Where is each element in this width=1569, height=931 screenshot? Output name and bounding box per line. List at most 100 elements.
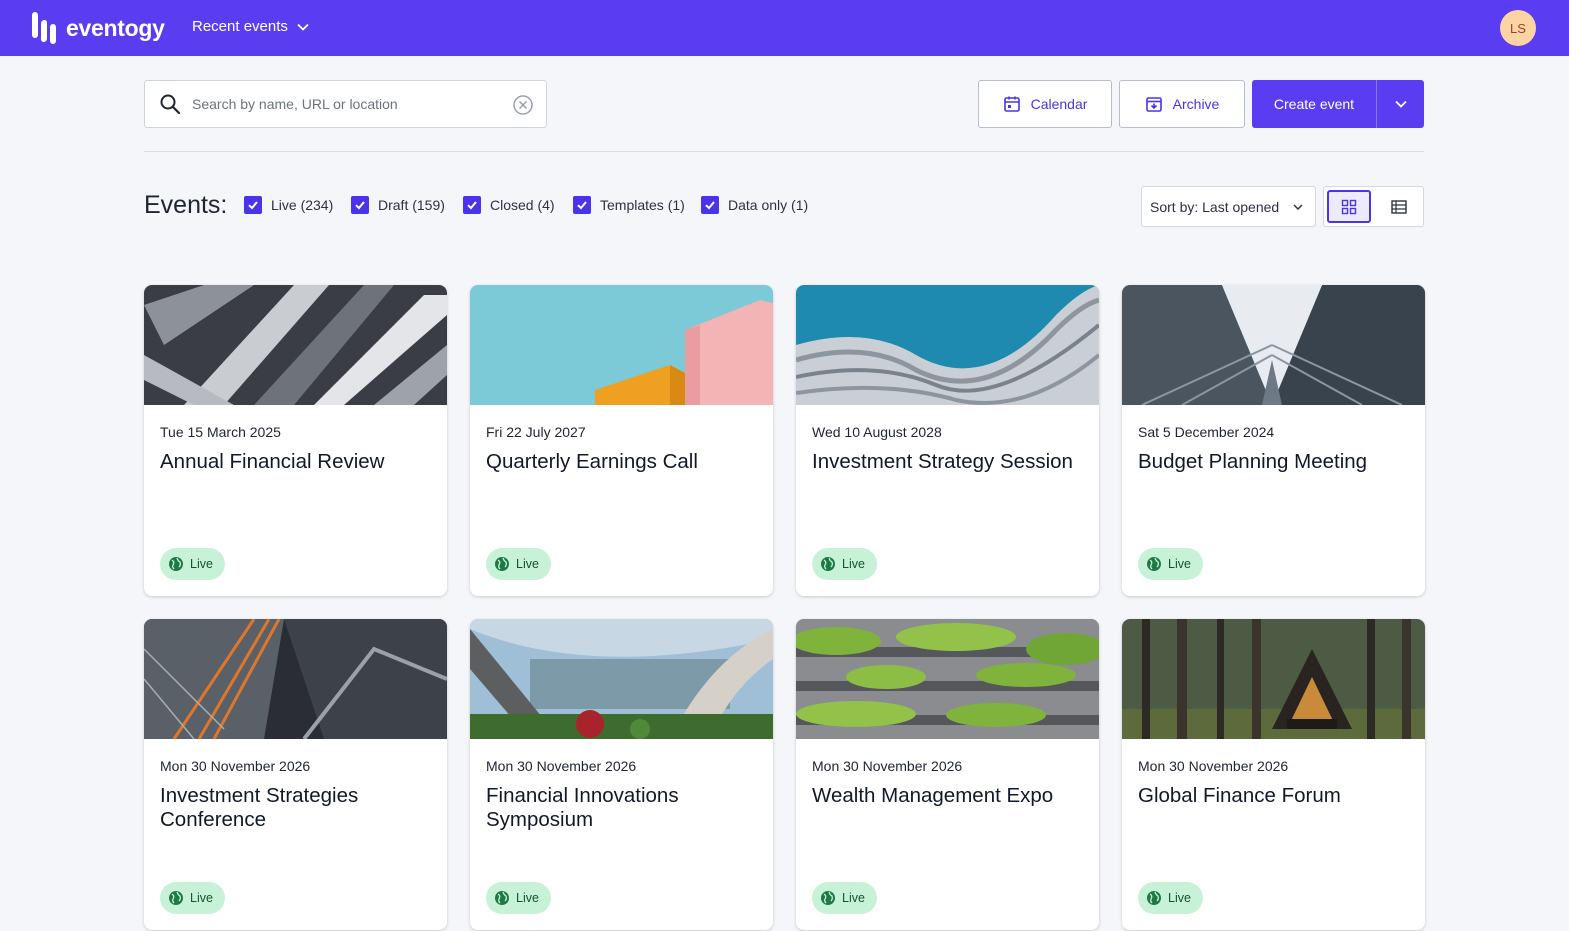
sort-dropdown[interactable]: Sort by: Last opened (1141, 186, 1316, 227)
toolbar-divider (144, 151, 1424, 152)
search-box (144, 80, 547, 128)
event-card[interactable]: Mon 30 November 2026 Global Finance Foru… (1122, 619, 1425, 930)
archive-button-label: Archive (1172, 96, 1220, 112)
filter-label: Templates (1) (600, 197, 685, 213)
event-cover-image (470, 285, 773, 405)
list-view-button[interactable] (1377, 190, 1421, 223)
event-date: Sat 5 December 2024 (1138, 424, 1275, 440)
event-cover-image (470, 619, 773, 739)
globe-icon (1147, 891, 1161, 905)
clear-search-icon[interactable] (512, 94, 534, 116)
event-card[interactable]: Mon 30 November 2026 Wealth Management E… (796, 619, 1099, 930)
event-cover-image (1122, 285, 1425, 405)
calendar-icon (1003, 96, 1020, 112)
user-avatar[interactable]: LS (1500, 10, 1536, 46)
event-title: Budget Planning Meeting (1138, 450, 1368, 473)
checkbox-checked-icon[interactable] (573, 196, 591, 214)
event-cover-image (796, 619, 1099, 739)
status-label: Live (1168, 557, 1191, 571)
event-cover-image (144, 285, 447, 405)
status-badge: Live (486, 548, 551, 580)
event-card[interactable]: Mon 30 November 2026 Financial Innovatio… (470, 619, 773, 930)
globe-icon (821, 891, 835, 905)
sort-label: Sort by: Last opened (1150, 198, 1280, 215)
status-label: Live (1168, 891, 1191, 905)
view-toggle (1323, 186, 1424, 227)
brand-logo-icon (32, 12, 58, 44)
search-icon (160, 94, 181, 115)
filter-closed[interactable]: Closed (4) (463, 196, 555, 214)
chevron-down-icon (1293, 204, 1303, 211)
event-card[interactable]: Sat 5 December 2024 Budget Planning Meet… (1122, 285, 1425, 596)
status-badge: Live (812, 882, 877, 914)
status-label: Live (190, 557, 213, 571)
checkbox-checked-icon[interactable] (351, 196, 369, 214)
event-cover-image (1122, 619, 1425, 739)
status-label: Live (516, 557, 539, 571)
recent-events-menu[interactable]: Recent events (192, 18, 310, 35)
status-badge: Live (486, 882, 551, 914)
checkbox-checked-icon[interactable] (244, 196, 262, 214)
checkbox-checked-icon[interactable] (463, 196, 481, 214)
event-cover-image (144, 619, 447, 739)
globe-icon (169, 557, 183, 571)
status-label: Live (516, 891, 539, 905)
filter-live[interactable]: Live (234) (244, 196, 333, 214)
calendar-button-label: Calendar (1030, 96, 1088, 112)
grid-view-button[interactable] (1327, 190, 1371, 223)
event-card[interactable]: Tue 15 March 2025 Annual Financial Revie… (144, 285, 447, 596)
list-view-icon (1391, 199, 1407, 214)
filter-label: Data only (1) (728, 197, 809, 213)
archive-button[interactable]: Archive (1119, 80, 1245, 128)
event-date: Wed 10 August 2028 (812, 424, 942, 440)
event-title: Investment Strategies Conference (160, 784, 359, 831)
status-label: Live (842, 891, 865, 905)
event-title: Global Finance Forum (1138, 784, 1341, 807)
event-date: Fri 22 July 2027 (486, 424, 586, 440)
globe-icon (169, 891, 183, 905)
event-date: Mon 30 November 2026 (812, 758, 963, 774)
brand-logo[interactable]: eventogy (32, 12, 165, 44)
event-date: Tue 15 March 2025 (160, 424, 281, 440)
status-badge: Live (812, 548, 877, 580)
globe-icon (495, 891, 509, 905)
grid-view-icon (1341, 199, 1357, 214)
status-label: Live (190, 891, 213, 905)
chevron-down-icon (297, 23, 309, 31)
create-event-button[interactable]: Create event (1252, 80, 1376, 128)
event-date: Mon 30 November 2026 (1138, 758, 1289, 774)
globe-icon (495, 557, 509, 571)
event-title: Financial Innovations Symposium (486, 784, 679, 831)
status-badge: Live (160, 882, 225, 914)
event-title: Quarterly Earnings Call (486, 450, 698, 473)
event-card[interactable]: Wed 10 August 2028 Investment Strategy S… (796, 285, 1099, 596)
event-card[interactable]: Fri 22 July 2027 Quarterly Earnings Call… (470, 285, 773, 596)
checkbox-checked-icon[interactable] (701, 196, 719, 214)
events-heading: Events: (144, 191, 228, 219)
globe-icon (1147, 557, 1161, 571)
chevron-down-icon (1394, 100, 1407, 108)
event-cover-image (796, 285, 1099, 405)
filter-draft[interactable]: Draft (159) (351, 196, 445, 214)
recent-events-label: Recent events (192, 18, 288, 35)
event-title: Wealth Management Expo (812, 784, 1054, 807)
filter-label: Live (234) (271, 197, 334, 213)
globe-icon (821, 557, 835, 571)
filter-templates[interactable]: Templates (1) (573, 196, 685, 214)
event-title: Annual Financial Review (160, 450, 385, 473)
filter-label: Closed (4) (490, 197, 555, 213)
filter-label: Draft (159) (378, 197, 445, 213)
create-event-options-button[interactable] (1376, 80, 1424, 128)
status-label: Live (842, 557, 865, 571)
event-card[interactable]: Mon 30 November 2026 Investment Strategi… (144, 619, 447, 930)
top-navigation-bar: eventogy Recent events LS (0, 0, 1569, 56)
filter-data-only[interactable]: Data only (1) (701, 196, 808, 214)
event-date: Mon 30 November 2026 (486, 758, 637, 774)
calendar-button[interactable]: Calendar (978, 80, 1112, 128)
brand-name: eventogy (66, 14, 165, 41)
status-badge: Live (1138, 548, 1203, 580)
event-date: Mon 30 November 2026 (160, 758, 311, 774)
search-input[interactable] (192, 91, 502, 117)
archive-icon (1145, 97, 1162, 112)
event-title: Investment Strategy Session (812, 450, 1073, 473)
